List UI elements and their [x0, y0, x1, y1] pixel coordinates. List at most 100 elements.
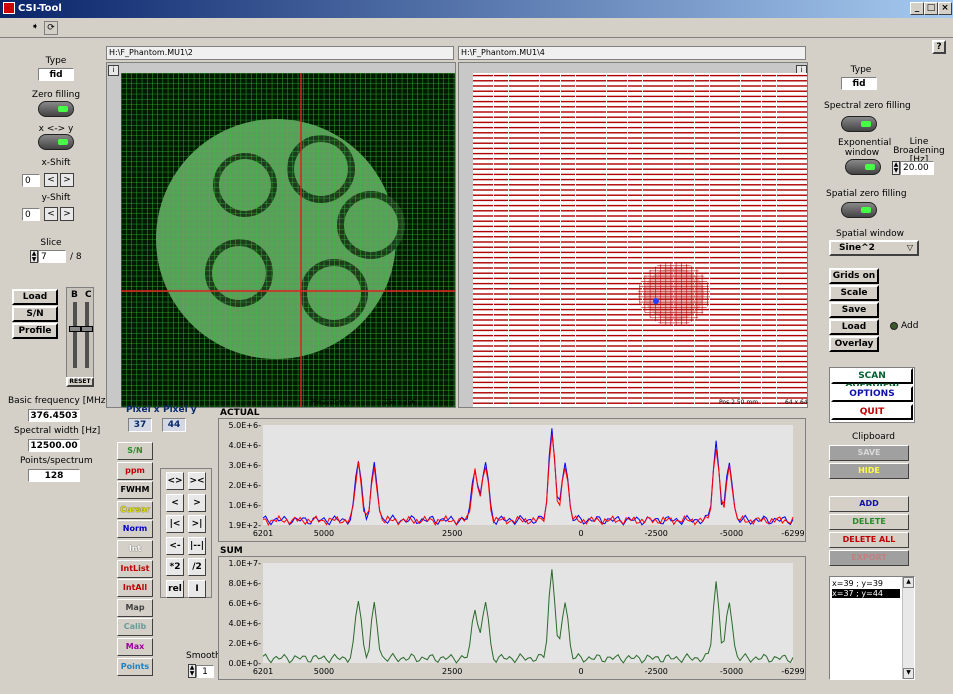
- x-tick-label: -5000: [720, 667, 743, 676]
- spectral-zero-filling-toggle[interactable]: [841, 116, 877, 132]
- continuous-run-icon[interactable]: ⟳: [44, 21, 58, 35]
- swap-xy-toggle[interactable]: [38, 134, 74, 150]
- spectral-map-image[interactable]: [473, 73, 807, 407]
- scan-overview-button[interactable]: SCAN OVERVIEW: [831, 368, 913, 393]
- y-tick-label: 6.0E+6-: [229, 599, 262, 608]
- shift-left-nav-button[interactable]: <: [166, 493, 184, 512]
- save-button[interactable]: Save: [829, 302, 879, 318]
- pixel-y-label: Pixel y: [163, 405, 197, 415]
- scroll-down-icon[interactable]: ▼: [903, 668, 914, 679]
- x-tick-label: 0: [578, 667, 583, 676]
- spatial-zero-filling-toggle[interactable]: [841, 202, 877, 218]
- y-shift-left-button[interactable]: <: [44, 207, 58, 221]
- cursor-nav-button[interactable]: I: [188, 579, 206, 598]
- maximize-button[interactable]: □: [924, 2, 938, 15]
- ppm-button[interactable]: ppm: [117, 461, 153, 480]
- go-start-nav-button[interactable]: |<: [166, 515, 184, 533]
- add-led-icon[interactable]: [890, 322, 898, 330]
- c-slider-thumb[interactable]: [81, 326, 93, 332]
- zoom-in-nav-button[interactable]: ><: [188, 472, 206, 490]
- list-item[interactable]: x=39 ; y=39: [832, 579, 883, 588]
- line-broadening-spinner[interactable]: ▲ ▼: [892, 161, 900, 175]
- x-shift-right-button[interactable]: >: [60, 173, 74, 187]
- zero-filling-toggle[interactable]: [38, 101, 74, 117]
- half-nav-button[interactable]: /2: [188, 558, 206, 576]
- phantom-image[interactable]: [121, 73, 455, 407]
- points-button[interactable]: Points: [117, 657, 153, 676]
- zero-filling-label: Zero filling: [31, 90, 81, 100]
- c-slider[interactable]: [85, 302, 89, 368]
- norm-button[interactable]: Norm: [117, 520, 153, 539]
- y-shift-right-button[interactable]: >: [60, 207, 74, 221]
- list-scrollbar[interactable]: ▲ ▼: [902, 577, 914, 679]
- x-tick-label: -5000: [720, 529, 743, 538]
- smooth-spinner[interactable]: ▲ ▼: [188, 664, 196, 678]
- line-broadening-value[interactable]: 20.00: [900, 161, 934, 175]
- slice-spinner[interactable]: ▲ ▼: [30, 250, 38, 263]
- reset-button[interactable]: RESET: [66, 377, 94, 387]
- range-nav-button[interactable]: |--|: [188, 536, 206, 555]
- fwhm-button[interactable]: FWHM: [117, 481, 153, 500]
- profile-button[interactable]: Profile: [12, 323, 58, 339]
- full-range-nav-button[interactable]: <->: [166, 536, 184, 567]
- minimize-button[interactable]: _: [910, 2, 924, 15]
- add-button[interactable]: ADD: [829, 496, 909, 512]
- map-button[interactable]: Map: [117, 598, 153, 617]
- load-button[interactable]: Load: [12, 289, 58, 305]
- list-item-selected[interactable]: x=37 ; y=44: [832, 589, 900, 598]
- spatial-window-dropdown[interactable]: Sine^2 ▽: [829, 240, 919, 256]
- sn-button[interactable]: S/N: [12, 306, 58, 322]
- export-button[interactable]: EXPORT: [829, 550, 909, 566]
- x-shift-left-button[interactable]: <: [44, 173, 58, 187]
- relative-nav-button[interactable]: rel: [166, 579, 184, 598]
- zoom-out-nav-button[interactable]: <>: [166, 472, 184, 490]
- calib-button[interactable]: Calib: [117, 618, 153, 637]
- left-image-path: H:\F_Phantom.MU1\2: [106, 46, 454, 60]
- b-slider-thumb[interactable]: [69, 326, 81, 332]
- intall-button[interactable]: IntAll: [117, 579, 153, 598]
- clipboard-save-button[interactable]: SAVE: [829, 445, 909, 461]
- clipboard-label: Clipboard: [852, 432, 895, 442]
- sum-spectrum-chart[interactable]: 1.0E+7-8.0E+6-6.0E+6-4.0E+6-2.0E+6-0.0E+…: [219, 557, 805, 679]
- right-image-frame: i Pos 2.50 mm 64 x 64: [458, 62, 808, 408]
- shift-right-nav-button[interactable]: >: [188, 493, 206, 512]
- go-end-nav-button[interactable]: >|: [188, 515, 206, 533]
- position-list[interactable]: x=39 ; y=39 x=37 ; y=44 ▲ ▼: [829, 576, 915, 680]
- intlist-button[interactable]: IntList: [117, 559, 153, 578]
- overlay-button[interactable]: Overlay: [829, 336, 879, 352]
- quit-button[interactable]: QUIT: [831, 404, 913, 420]
- left-info-button[interactable]: i: [108, 65, 119, 76]
- x-shift-value[interactable]: 0: [22, 174, 40, 187]
- delete-button[interactable]: DELETE: [829, 514, 909, 530]
- grids-on-button[interactable]: Grids on: [829, 268, 879, 284]
- options-button[interactable]: OPTIONS: [831, 386, 913, 402]
- scroll-up-icon[interactable]: ▲: [903, 577, 914, 588]
- exponential-window-toggle[interactable]: [845, 159, 881, 175]
- left-matrix-size: 256 x 256: [385, 399, 416, 406]
- type-value[interactable]: fid: [38, 68, 74, 81]
- s-n-button[interactable]: S/N: [117, 442, 153, 460]
- scale-button[interactable]: Scale: [829, 285, 879, 301]
- smooth-value[interactable]: 1: [196, 665, 214, 678]
- spectral-zero-filling-label: Spectral zero filling: [824, 101, 911, 111]
- right-type-value[interactable]: fid: [841, 77, 877, 90]
- y-shift-value[interactable]: 0: [22, 208, 40, 221]
- close-button[interactable]: ×: [938, 2, 952, 15]
- bc-slider-panel: B C: [66, 287, 94, 385]
- title-bar: CSI-Tool _ □ ×: [0, 0, 953, 18]
- max-button[interactable]: Max: [117, 638, 153, 656]
- dropdown-arrow-icon: ▽: [906, 243, 913, 252]
- load-overlay-button[interactable]: Load: [829, 319, 879, 335]
- delete-all-button[interactable]: DELETE ALL: [829, 532, 909, 548]
- help-button[interactable]: ?: [932, 40, 946, 54]
- int-button[interactable]: Int: [117, 540, 153, 558]
- double-nav-button[interactable]: *2: [166, 558, 184, 576]
- y-tick-label: 5.0E+6-: [229, 421, 262, 430]
- run-arrow-icon[interactable]: ➧: [28, 21, 42, 35]
- slice-value[interactable]: 7: [38, 250, 66, 263]
- clipboard-hide-button[interactable]: HIDE: [829, 463, 909, 479]
- b-slider[interactable]: [73, 302, 77, 368]
- actual-spectrum-chart[interactable]: 5.0E+6-4.0E+6-3.0E+6-2.0E+6-1.0E+6-1.9E+…: [219, 419, 805, 541]
- cursor-button[interactable]: Cursor: [117, 500, 153, 519]
- y-shift-label: y-Shift: [41, 193, 71, 203]
